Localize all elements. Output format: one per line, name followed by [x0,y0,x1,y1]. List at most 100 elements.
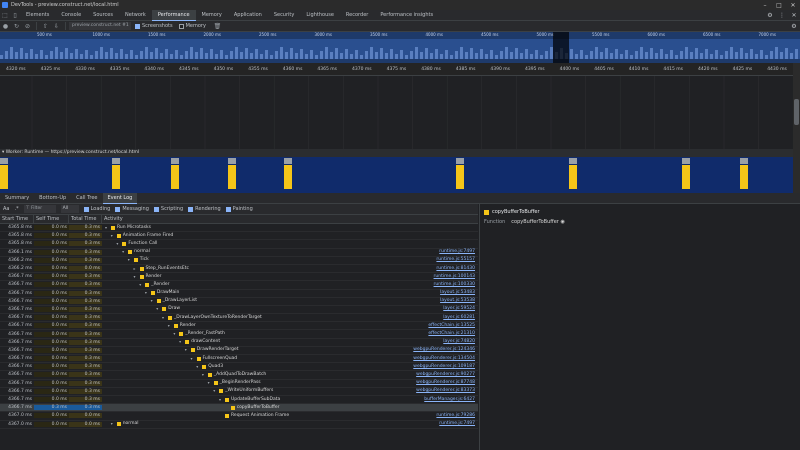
expand-arrow-icon[interactable]: ▸ [134,265,136,273]
tab-bottom-up[interactable]: Bottom-Up [34,193,71,204]
reload-record-icon[interactable]: ↻ [11,23,22,30]
worker-task-block[interactable] [569,158,577,189]
table-row[interactable]: 4367.0 ms 0.0 ms 0.0 ms ▾ normal runtime.js:7… [0,421,478,429]
match-case-button[interactable]: Aa [3,206,9,212]
timeline-overview[interactable]: 500 ms 1000 ms 1500 ms 2000 ms 2500 ms 3000 m… [0,32,800,63]
worker-task-block[interactable] [740,158,748,189]
expand-arrow-icon[interactable]: ▾ [145,289,147,297]
source-link[interactable]: effectChain.js:21310 [428,330,475,338]
worker-task-header[interactable] [569,158,577,164]
checkbox-box[interactable] [178,23,184,29]
garbage-collect-icon[interactable]: 🗑 [212,23,223,30]
source-link[interactable]: runtime.js:100330 [434,281,475,289]
tab-performance-insights[interactable]: Performance insights [374,10,439,21]
close-icon[interactable]: ✕ [786,2,800,9]
worker-task-header[interactable] [682,158,690,164]
timeline-scrollbar[interactable] [793,63,800,193]
checkbox-box[interactable] [115,206,121,212]
column-activity[interactable]: Activity [102,215,478,224]
source-link[interactable]: layer.js:60281 [443,314,475,322]
expand-arrow-icon[interactable]: ▾ [173,330,175,338]
expand-arrow-icon[interactable]: ▾ [219,396,221,404]
regex-button[interactable]: .* [14,206,18,212]
expand-arrow-icon[interactable]: ▾ [208,379,210,387]
expand-arrow-icon[interactable]: ▾ [105,224,107,232]
tab-performance[interactable]: Performance [151,9,196,21]
worker-track-header[interactable]: ▾ Worker: Runtime — https://preview.cons… [0,149,793,157]
worker-task-block[interactable] [682,158,690,189]
expand-arrow-icon[interactable]: ▾ [179,338,181,346]
tab-network[interactable]: Network [119,10,152,21]
recording-select[interactable]: preview.construct.net #1 [69,22,131,30]
worker-task-block[interactable] [112,158,120,189]
tab-call-tree[interactable]: Call Tree [71,193,102,204]
settings-icon[interactable]: ⚙ [764,12,776,19]
expand-arrow-icon[interactable]: ▾ [111,232,113,240]
minimize-icon[interactable]: – [758,2,772,9]
tab-memory[interactable]: Memory [196,10,228,21]
source-link[interactable]: webgpuRenderer.js:109187 [413,363,475,371]
worker-task-header[interactable] [284,158,292,164]
tab-elements[interactable]: Elements [20,10,55,21]
worker-task-header[interactable] [740,158,748,164]
source-link[interactable]: runtime.js:7497 [439,420,475,428]
source-link[interactable]: webgpuRenderer.js:134504 [413,355,475,363]
source-link[interactable]: webgpuRenderer.js:124346 [413,346,475,354]
checkbox-box[interactable] [188,206,194,212]
scrollbar-thumb[interactable] [794,99,799,125]
source-link[interactable]: runtime.js:55157 [436,256,475,264]
worker-task-block[interactable] [171,158,179,189]
tab-summary[interactable]: Summary [0,193,34,204]
source-link[interactable]: runtime.js:100143 [434,273,475,281]
worker-task-block[interactable] [456,158,464,189]
overview-selection-window[interactable] [553,32,569,63]
column-total-time[interactable]: Total Time [69,214,102,224]
source-link[interactable]: webgpuRenderer.js:83373 [416,387,475,395]
tab-lighthouse[interactable]: Lighthouse [300,10,340,21]
memory-checkbox[interactable]: Memory [178,23,206,29]
expand-arrow-icon[interactable]: ▾ [202,371,204,379]
worker-task-header[interactable] [0,158,8,164]
tab-console[interactable]: Console [55,10,87,21]
expand-arrow-icon[interactable]: ▾ [213,387,215,395]
source-link[interactable]: effectChain.js:13525 [428,322,475,330]
source-link[interactable]: runtime.js:79286 [436,412,475,420]
tab-recorder[interactable]: Recorder [340,10,374,21]
expand-arrow-icon[interactable]: ▾ [151,297,153,305]
expand-arrow-icon[interactable]: ▾ [111,420,113,428]
source-link[interactable]: layer.js:59524 [443,305,475,313]
filter-scripting-checkbox[interactable]: Scripting [153,206,183,212]
filter-input[interactable]: ⊤ Filter [23,205,56,213]
source-link[interactable]: layout.js:53538 [440,297,475,305]
maximize-icon[interactable]: □ [772,2,786,9]
expand-arrow-icon[interactable]: ▾ [185,346,187,354]
expand-arrow-icon[interactable]: ▾ [134,273,136,281]
worker-track[interactable] [0,157,793,193]
worker-task-header[interactable] [228,158,236,164]
clear-icon[interactable]: ⊘ [22,23,33,30]
expand-arrow-icon[interactable]: ▾ [139,281,141,289]
source-link[interactable]: runtime.js:7497 [439,248,475,256]
main-flame-chart[interactable] [0,76,794,149]
checkbox-box[interactable] [135,23,140,29]
tab-security[interactable]: Security [268,10,301,21]
worker-task-header[interactable] [171,158,179,164]
close-devtools-icon[interactable]: ✕ [788,12,800,19]
source-link[interactable]: layer.js:74820 [443,338,475,346]
tab-application[interactable]: Application [228,10,268,21]
worker-task-block[interactable] [284,158,292,189]
worker-task-block[interactable] [0,158,8,189]
expand-arrow-icon[interactable]: ▾ [168,322,170,330]
checkbox-box[interactable] [225,206,231,212]
inspect-element-icon[interactable]: ⬚ [0,12,10,19]
filter-painting-checkbox[interactable]: Painting [225,206,253,212]
capture-settings-icon[interactable]: ⚙ [788,23,800,30]
device-toolbar-icon[interactable]: ▯ [10,12,20,19]
source-link[interactable]: webgpuRenderer.js:90277 [416,371,475,379]
worker-task-header[interactable] [456,158,464,164]
column-self-time[interactable]: Self Time [34,214,69,224]
filter-messaging-checkbox[interactable]: Messaging [115,206,149,212]
expand-arrow-icon[interactable]: ▾ [162,314,164,322]
worker-task-block[interactable] [228,158,236,189]
checkbox-box[interactable] [83,206,89,212]
